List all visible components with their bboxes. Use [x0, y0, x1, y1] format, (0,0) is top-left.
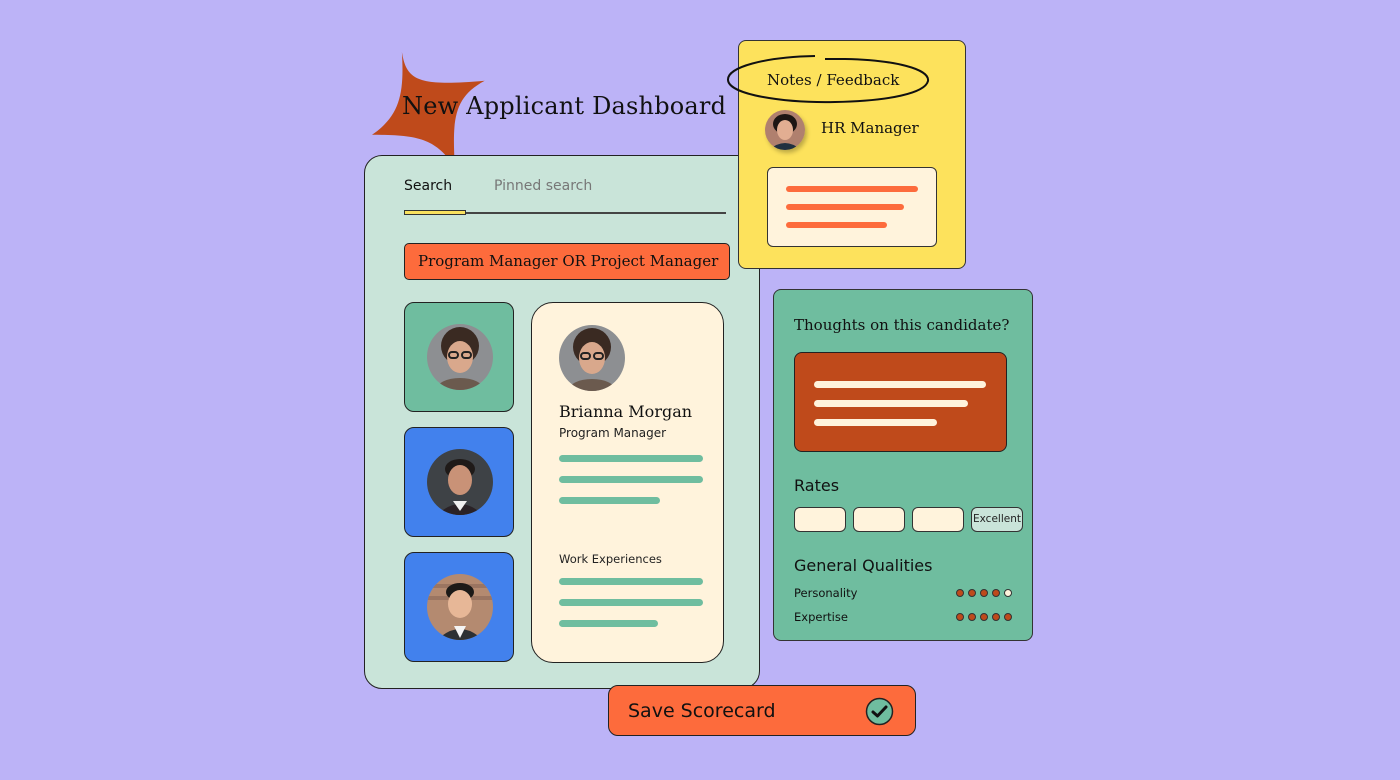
text-placeholder-line [814, 419, 937, 426]
text-placeholder-line [559, 578, 703, 585]
avatar [427, 574, 493, 640]
avatar [559, 325, 625, 391]
text-placeholder-line [814, 381, 986, 388]
text-placeholder-line [786, 222, 887, 228]
text-placeholder-line [786, 204, 904, 210]
rating-dot[interactable] [968, 613, 976, 621]
rating-dot[interactable] [956, 613, 964, 621]
rating-dot[interactable] [992, 613, 1000, 621]
candidate-card[interactable] [404, 302, 514, 412]
candidate-card[interactable] [404, 427, 514, 537]
rating-dots[interactable] [956, 589, 1012, 597]
rate-option[interactable] [912, 507, 964, 532]
text-placeholder-line [559, 455, 703, 462]
candidate-role: Program Manager [559, 426, 667, 440]
text-placeholder-line [559, 620, 658, 627]
candidate-detail-card: Brianna Morgan Program Manager Work Expe… [531, 302, 724, 663]
rating-dot[interactable] [1004, 613, 1012, 621]
rate-option[interactable] [853, 507, 905, 532]
text-placeholder-line [559, 476, 703, 483]
quality-label: Expertise [794, 610, 848, 624]
work-experiences-label: Work Experiences [559, 552, 662, 566]
text-placeholder-line [559, 599, 703, 606]
rating-dot[interactable] [980, 589, 988, 597]
rating-dot[interactable] [968, 589, 976, 597]
candidate-feedback-panel: Thoughts on this candidate? Rates Excell… [773, 289, 1033, 641]
avatar [427, 449, 493, 515]
rates-title: Rates [794, 476, 840, 495]
candidate-card[interactable] [404, 552, 514, 662]
save-label: Save Scorecard [628, 700, 776, 722]
notes-textarea[interactable] [767, 167, 937, 247]
rating-dot[interactable] [980, 613, 988, 621]
notes-feedback-panel: Notes / Feedback HR Manager [726, 40, 966, 269]
page-title: New Applicant Dashboard [402, 92, 727, 120]
tab-pinned-search[interactable]: Pinned search [494, 178, 592, 194]
general-qualities-title: General Qualities [794, 556, 933, 575]
rate-option-excellent[interactable]: Excellent [971, 507, 1023, 532]
rating-dot[interactable] [956, 589, 964, 597]
quality-label: Personality [794, 586, 858, 600]
thoughts-textarea[interactable] [794, 352, 1007, 452]
rating-dot[interactable] [1004, 589, 1012, 597]
tab-search[interactable]: Search [404, 178, 452, 194]
search-query-input[interactable]: Program Manager OR Project Manager [404, 243, 730, 280]
save-scorecard-button[interactable]: Save Scorecard [608, 685, 916, 736]
rating-dot[interactable] [992, 589, 1000, 597]
rate-option[interactable] [794, 507, 846, 532]
notes-author: HR Manager [821, 119, 919, 137]
avatar [427, 324, 493, 390]
thoughts-title: Thoughts on this candidate? [794, 316, 1010, 334]
active-tab-indicator [404, 210, 466, 215]
avatar [765, 110, 805, 150]
notes-title: Notes / Feedback [767, 71, 900, 89]
text-placeholder-line [559, 497, 660, 504]
rating-dots[interactable] [956, 613, 1012, 621]
text-placeholder-line [814, 400, 968, 407]
check-circle-icon [865, 697, 894, 726]
text-placeholder-line [786, 186, 918, 192]
candidate-name: Brianna Morgan [559, 402, 693, 421]
